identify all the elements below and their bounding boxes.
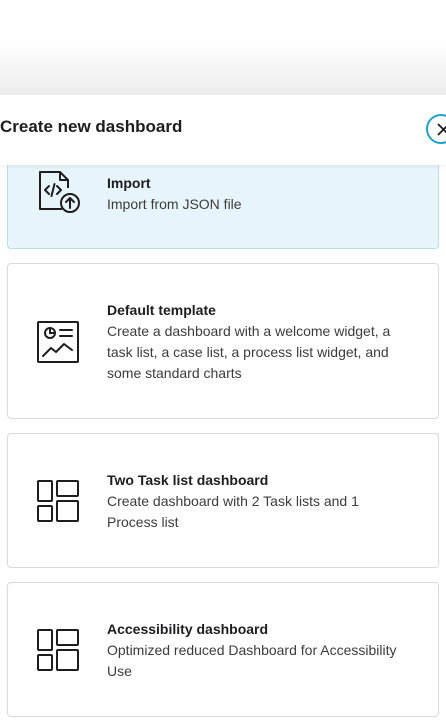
option-import-text: Import Import from JSON file	[107, 173, 407, 215]
close-button[interactable]	[426, 114, 446, 144]
chart-document-icon	[37, 321, 79, 363]
dialog-title: Create new dashboard	[0, 117, 183, 136]
option-two-task-list-text: Two Task list dashboard Create dashboard…	[107, 470, 407, 533]
dashboard-layout-icon	[37, 480, 79, 522]
page-backdrop	[0, 0, 446, 95]
option-accessibility-dashboard[interactable]: Accessibility dashboard Optimized reduce…	[7, 582, 439, 717]
dialog-header: Create new dashboard	[0, 95, 446, 165]
create-dashboard-dialog: Import Import from JSON file Default tem…	[0, 95, 446, 724]
option-title: Import	[107, 175, 151, 191]
option-description: Create dashboard with 2 Task lists and 1…	[107, 493, 359, 530]
option-title: Two Task list dashboard	[107, 472, 269, 488]
option-two-task-list-dashboard[interactable]: Two Task list dashboard Create dashboard…	[7, 433, 439, 568]
option-title: Accessibility dashboard	[107, 621, 269, 637]
option-description: Optimized reduced Dashboard for Accessib…	[107, 642, 397, 679]
dashboard-layout-icon	[37, 629, 79, 671]
option-description: Import from JSON file	[107, 196, 242, 212]
option-accessibility-text: Accessibility dashboard Optimized reduce…	[107, 619, 407, 682]
option-default-template-text: Default template Create a dashboard with…	[107, 300, 407, 384]
file-code-upload-icon	[39, 171, 80, 213]
option-description: Create a dashboard with a welcome widget…	[107, 323, 391, 381]
close-icon	[437, 123, 446, 136]
option-title: Default template	[107, 302, 216, 318]
option-default-template[interactable]: Default template Create a dashboard with…	[7, 263, 439, 419]
